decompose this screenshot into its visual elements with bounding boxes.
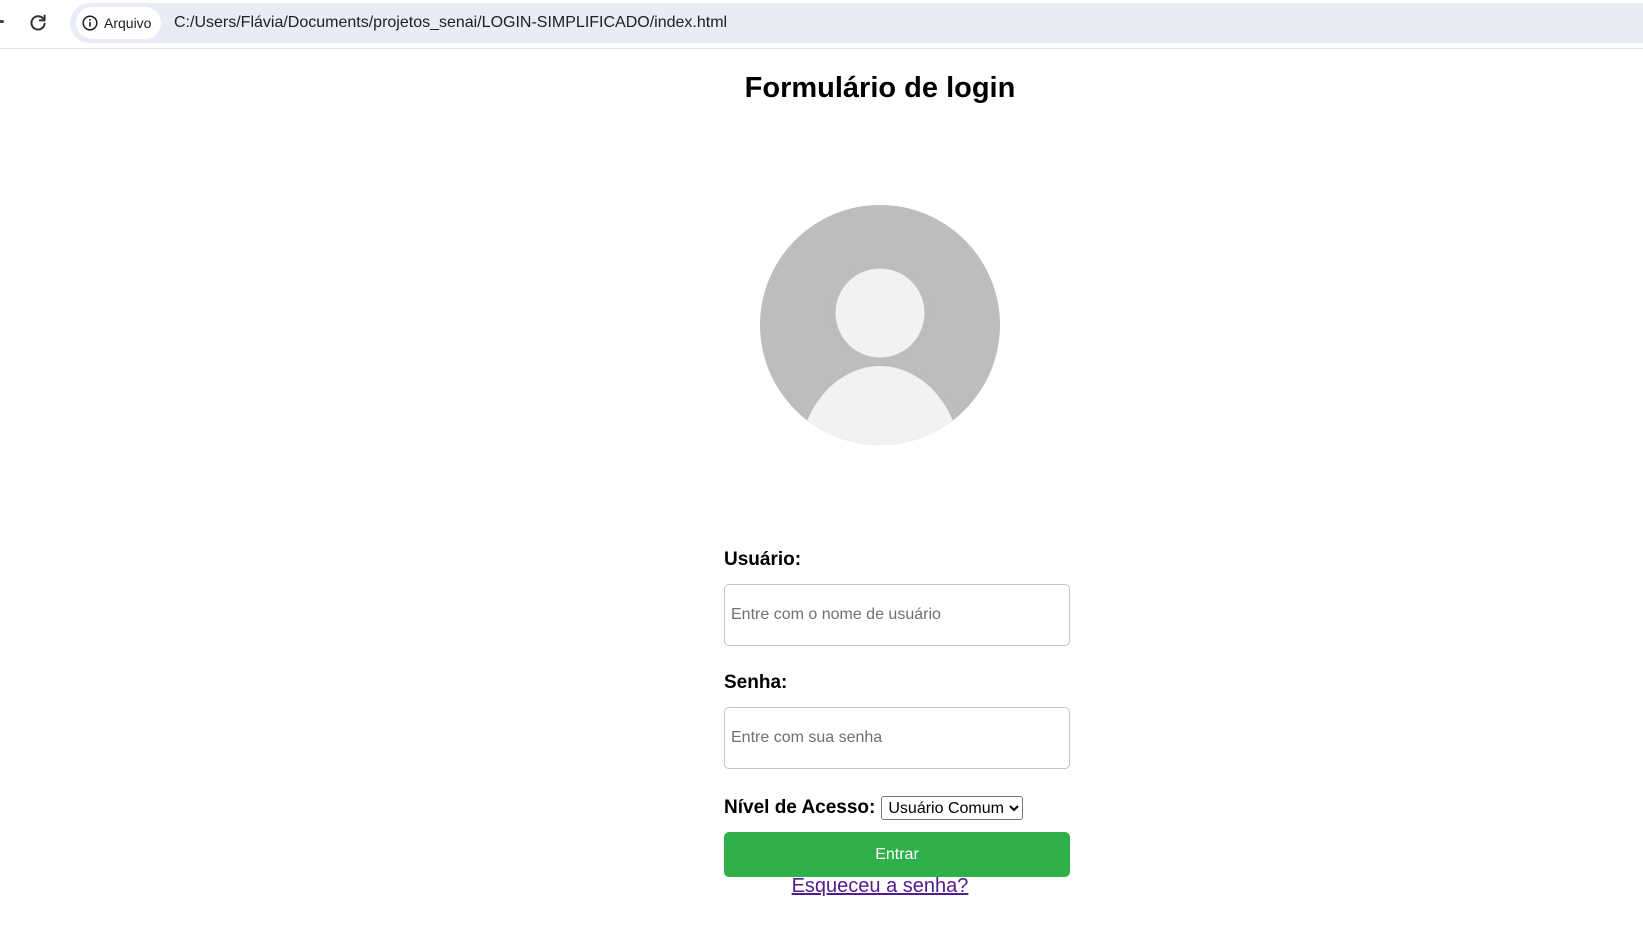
reload-button[interactable] bbox=[24, 10, 52, 36]
access-level-label: Nível de Acesso: bbox=[724, 797, 876, 818]
reload-icon bbox=[30, 14, 46, 31]
username-label: Usuário: bbox=[724, 549, 802, 570]
site-chip-label: Arquivo bbox=[104, 15, 152, 31]
browser-toolbar: Arquivo C:/Users/Flávia/Documents/projet… bbox=[0, 0, 1643, 49]
access-level-select[interactable]: Usuário Comum bbox=[881, 796, 1024, 820]
page-title: Formulário de login bbox=[744, 72, 1016, 104]
info-icon bbox=[82, 15, 98, 31]
back-arrow-icon[interactable] bbox=[0, 20, 4, 23]
forgot-password-link[interactable]: Esqueceu a senha? bbox=[0, 875, 1643, 898]
address-bar[interactable]: Arquivo C:/Users/Flávia/Documents/projet… bbox=[70, 3, 1643, 43]
site-info-chip[interactable]: Arquivo bbox=[76, 7, 162, 39]
password-input[interactable] bbox=[724, 707, 1070, 769]
password-label: Senha: bbox=[724, 672, 788, 693]
username-input[interactable] bbox=[724, 584, 1070, 646]
url-text[interactable]: C:/Users/Flávia/Documents/projetos_senai… bbox=[174, 3, 727, 43]
user-avatar-icon bbox=[760, 205, 1000, 445]
access-level-row: Nível de Acesso: Usuário Comum bbox=[724, 796, 1024, 820]
login-button[interactable]: Entrar bbox=[724, 832, 1070, 877]
